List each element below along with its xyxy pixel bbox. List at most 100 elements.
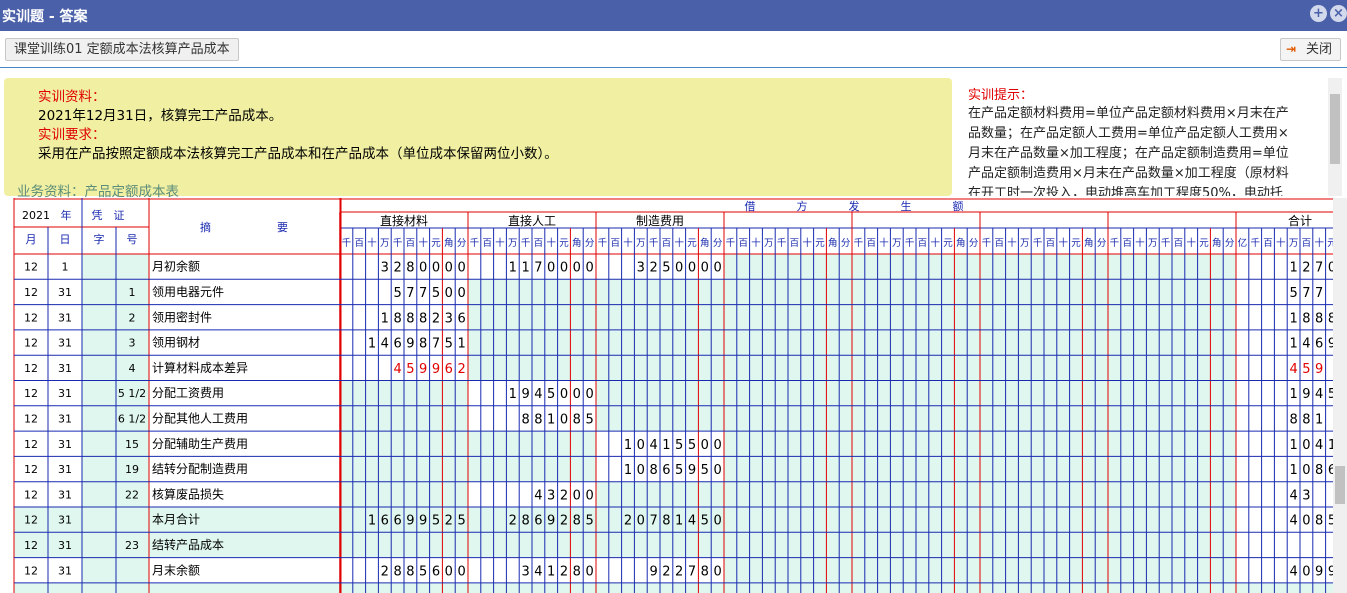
total-digit: 7 [1315,286,1323,301]
amount-digit: 8 [406,261,414,276]
row-month: 12 [24,438,38,451]
unit-label: 万 [380,238,390,249]
business-data-link[interactable]: 业务资料：产品定额成本表 [17,180,179,200]
amount-digit: 2 [675,564,683,579]
unit-label: 角 [700,237,710,249]
total-digit: 1 [1289,337,1297,352]
hint-line: 产品定额制造费用×月末在产品数量×加工程度（原材料 [968,166,1289,181]
window-title: 实训题 - 答案 [2,9,88,25]
amount-digit: 6 [662,463,670,478]
amount-digit: 0 [713,564,721,579]
page-scrollbar-thumb[interactable] [1335,466,1345,504]
amount-digit: 5 [457,514,465,529]
row-month: 12 [24,261,38,274]
row-summary: 核算废品损失 [152,486,224,501]
year-label: 2021 [22,209,50,222]
amount-digit: 2 [560,564,568,579]
close-circle-icon[interactable]: × [1330,5,1347,22]
plus-circle-icon[interactable]: + [1310,5,1327,22]
unit-label: 分 [841,238,851,249]
amount-digit: 3 [521,564,529,579]
amount-digit: 9 [406,337,414,352]
amount-digit: 0 [585,261,593,276]
hint-text: 在产品定额材料费用=单位产品定额材料费用×月末在产 品数量；在产品定额人工费用=… [968,104,1328,196]
unit-label: 千 [982,238,992,249]
hint-scrollbar-thumb[interactable] [1330,94,1340,164]
debit-heading-char: 方 [797,199,808,213]
amount-digit: 5 [547,387,555,402]
row-day: 31 [58,488,72,501]
hint-line: 月末在产品数量×加工程度；在产品定额制造费用=单位 [968,146,1289,161]
page-scrollbar[interactable] [1333,198,1347,593]
unit-label: 千 [470,238,480,249]
unit-label: 百 [1263,238,1273,249]
unit-label: 元 [943,238,953,249]
row-summary: 月末余额 [152,562,200,577]
amount-digit: 3 [637,261,645,276]
amount-digit: 3 [381,261,389,276]
unit-label: 角 [1212,237,1222,249]
unit-label: 元 [815,238,825,249]
unit-label: 角 [828,237,838,249]
unit-label: 十 [623,237,633,249]
amount-digit: 1 [368,337,376,352]
unit-label: 万 [1020,238,1030,249]
voucher-heading: 凭 证 [92,208,125,222]
unit-label: 元 [1199,238,1209,249]
total-digit: 8 [1302,412,1310,427]
exercise-tab-button[interactable]: 课堂训练01 定额成本法核算产品成本 [5,38,239,61]
unit-label: 十 [367,237,377,249]
amount-digit: 0 [637,438,645,453]
amount-digit: 4 [393,362,401,377]
amount-digit: 0 [585,387,593,402]
amount-digit: 0 [457,286,465,301]
amount-digit: 6 [393,337,401,352]
unit-label: 角 [1084,237,1094,249]
row-month: 12 [24,488,38,501]
unit-label: 百 [738,238,748,249]
row-summary: 领用密封件 [152,309,212,324]
close-button[interactable]: ⇥ 关闭 [1280,38,1341,61]
amount-digit: 7 [534,261,542,276]
total-digit: 8 [1289,412,1297,427]
unit-label: 十 [751,237,761,249]
unit-label: 十 [1314,237,1324,249]
amount-digit: 8 [573,514,581,529]
amount-digit: 2 [624,514,632,529]
unit-label: 十 [495,237,505,249]
total-digit: 1 [1289,463,1297,478]
unit-label: 千 [649,238,659,249]
row-hao: 5 1/2 [118,387,146,400]
row-day: 31 [58,438,72,451]
amount-digit: 0 [432,261,440,276]
zi-label: 字 [94,232,105,246]
amount-digit: 9 [432,362,440,377]
amount-digit: 5 [688,438,696,453]
row-day: 31 [58,564,72,577]
debit-heading-char: 生 [901,199,912,213]
unit-label: 千 [726,238,736,249]
amount-digit: 0 [457,564,465,579]
total-digit: 5 [1302,362,1310,377]
row-month: 12 [24,387,38,400]
total-digit: 6 [1315,337,1323,352]
row-month: 12 [24,311,38,324]
day-label: 日 [60,233,71,246]
unit-label: 百 [866,238,876,249]
requirements-text: 采用在产品按照定额成本法核算完工产品成本和在产品成本（单位成本保留两位小数）。 [38,146,558,162]
amount-digit: 2 [560,488,568,503]
amount-digit: 1 [509,261,517,276]
unit-label: 百 [1122,238,1132,249]
row-summary: 分配工资费用 [152,386,224,400]
toolbar: 课堂训练01 定额成本法核算产品成本 ⇥ 关闭 [0,31,1347,68]
unit-label: 千 [342,238,352,249]
unit-label: 十 [546,237,556,249]
hao-label: 号 [127,233,138,246]
unit-label: 元 [687,238,697,249]
unit-label: 千 [1250,238,1260,249]
materials-text: 2021年12月31日，核算完工产品成本。 [38,108,283,124]
row-summary: 结转分配制造费用 [152,461,248,476]
month-label: 月 [26,233,37,246]
amount-digit: 5 [701,463,709,478]
amount-digit: 1 [675,514,683,529]
